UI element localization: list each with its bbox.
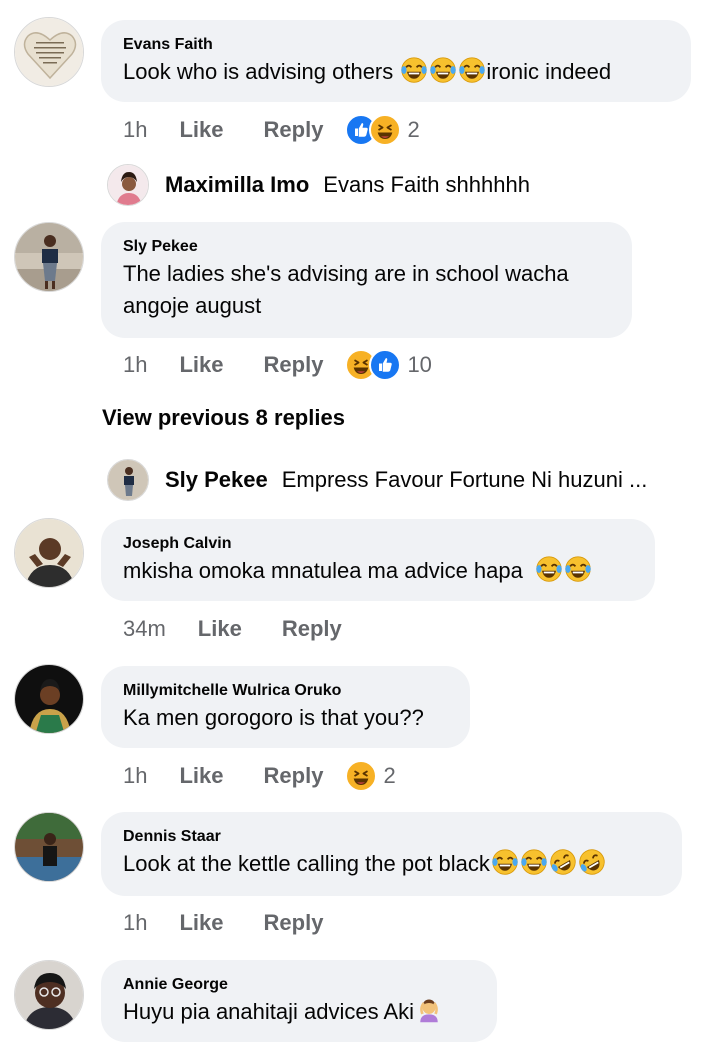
face-with-tears-of-joy-icon [491,848,519,876]
face-with-tears-of-joy-icon [564,555,592,583]
avatar [107,459,149,501]
view-previous-replies-link[interactable]: View previous 8 replies [102,405,345,431]
reply-preview[interactable]: Sly Pekee Empress Favour Fortune Ni huzu… [107,458,647,502]
timestamp[interactable]: 1h [123,910,147,936]
avatar[interactable] [14,664,84,734]
avatar[interactable] [14,222,84,292]
avatar[interactable] [14,812,84,882]
face-with-tears-of-joy-icon [429,56,457,84]
rolling-on-floor-laughing-icon [578,848,606,876]
timestamp[interactable]: 1h [123,352,147,378]
rolling-on-floor-laughing-icon [549,848,577,876]
comment-bubble: Dennis Staar Look at the kettle calling … [101,812,682,896]
comment-actions: 34m Like Reply [123,614,364,644]
like-button[interactable]: Like [179,352,223,378]
reply-button[interactable]: Reply [264,352,324,378]
reaction-count: 2 [383,763,396,788]
comment-text: Huyu pia anahitaji advices Aki [123,996,475,1028]
thumbs-up-icon [369,349,402,381]
comment-actions: 1h Like Reply [123,908,345,938]
comment-text: Ka men gorogoro is that you?? [123,705,424,730]
comment-actions: 1h Like Reply 10 [123,349,432,381]
comment-author[interactable]: Annie George [123,976,475,994]
laughing-face-icon [345,760,378,792]
comment-author[interactable]: Dennis Staar [123,828,660,846]
avatar[interactable] [14,518,84,588]
avatar [107,164,149,206]
like-button[interactable]: Like [179,117,223,143]
reply-button[interactable]: Reply [264,910,324,936]
comment-text: mkisha omoka mnatulea ma advice hapa [123,555,633,587]
comment-text: Look who is advising others ironic indee… [123,56,669,88]
reaction-count: 2 [407,117,420,142]
comment-author[interactable]: Joseph Calvin [123,535,633,553]
reply-text: Empress Favour Fortune Ni huzuni ... [281,467,648,492]
timestamp[interactable]: 1h [123,117,147,143]
reply-author[interactable]: Sly Pekee [165,467,268,493]
timestamp[interactable]: 34m [123,616,166,642]
comment-text: The ladies she's advising are in school … [123,261,569,318]
reply-preview[interactable]: Maximilla Imo Evans Faith shhhhhh [107,163,530,207]
face-with-tears-of-joy-icon [535,555,563,583]
comment-actions: 1h Like Reply 2 [123,760,396,792]
like-button[interactable]: Like [179,763,223,789]
like-button[interactable]: Like [198,616,242,642]
comment-bubble: Millymitchelle Wulrica Oruko Ka men goro… [101,666,470,748]
comment-bubble: Sly Pekee The ladies she's advising are … [101,222,632,338]
avatar[interactable] [14,960,84,1030]
comment-actions: 1h Like Reply 2 [123,114,420,146]
reaction-count: 10 [407,352,432,377]
face-with-tears-of-joy-icon [520,848,548,876]
comment-author[interactable]: Sly Pekee [123,238,610,256]
reaction-summary[interactable]: 2 [345,760,396,792]
reply-button[interactable]: Reply [264,117,324,143]
reaction-summary[interactable]: 10 [345,349,432,381]
reply-button[interactable]: Reply [264,763,324,789]
face-with-tears-of-joy-icon [400,56,428,84]
timestamp[interactable]: 1h [123,763,147,789]
like-button[interactable]: Like [179,910,223,936]
laughing-face-icon [369,114,402,146]
comment-bubble: Annie George Huyu pia anahitaji advices … [101,960,497,1042]
comment-bubble: Joseph Calvin mkisha omoka mnatulea ma a… [101,519,655,601]
reply-text: Evans Faith shhhhhh [323,172,530,197]
avatar[interactable] [14,17,84,87]
face-with-tears-of-joy-icon [458,56,486,84]
comment-text: Look at the kettle calling the pot black [123,848,660,880]
reply-author[interactable]: Maximilla Imo [165,172,309,198]
person-gesturing-icon [415,996,443,1024]
comment-author[interactable]: Evans Faith [123,36,669,54]
comment-bubble: Evans Faith Look who is advising others … [101,20,691,102]
reaction-summary[interactable]: 2 [345,114,420,146]
comment-author[interactable]: Millymitchelle Wulrica Oruko [123,682,448,700]
reply-button[interactable]: Reply [282,616,342,642]
